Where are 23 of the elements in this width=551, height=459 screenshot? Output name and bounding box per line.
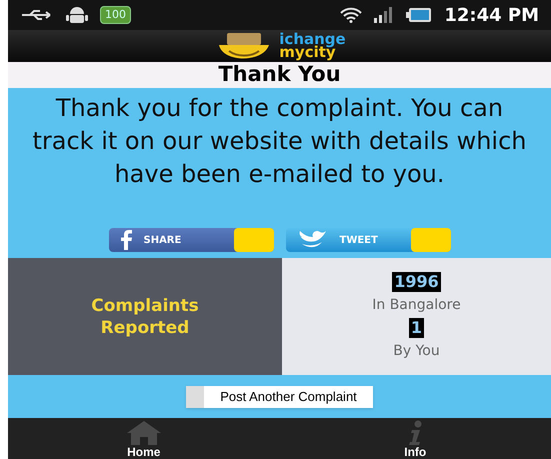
thank-you-message: Thank you for the complaint. You can track it on our website with details which have been e-mailed to you. [32, 93, 528, 190]
battery-level-badge: 100 [100, 6, 131, 24]
count-bubble [410, 228, 450, 252]
logo-text: ichange [279, 33, 346, 46]
complaint-count: 1 [408, 318, 424, 338]
complaint-count: 1996 [392, 272, 441, 292]
count-caption: By You [393, 342, 440, 361]
battery-icon [406, 7, 432, 23]
page-title: Thank You [218, 61, 341, 88]
share-button[interactable]: SHARE [108, 228, 274, 252]
logo-text: mycity [279, 46, 336, 59]
count-caption: In Bangalore [372, 296, 461, 315]
nav-tab[interactable]: Info [280, 418, 551, 459]
clock-time: 12:44 PM [444, 4, 539, 28]
signal-icon [374, 7, 394, 23]
nav-tab[interactable]: Home [8, 418, 280, 459]
stats-label: Complaints Reported [90, 294, 200, 338]
wifi-icon [340, 7, 362, 23]
count-bubble [234, 228, 274, 252]
bird-icon [298, 230, 328, 250]
house-icon [126, 420, 162, 446]
facebook-icon [120, 230, 132, 250]
post-complaint-button[interactable]: Post Another Complaint [186, 386, 373, 408]
